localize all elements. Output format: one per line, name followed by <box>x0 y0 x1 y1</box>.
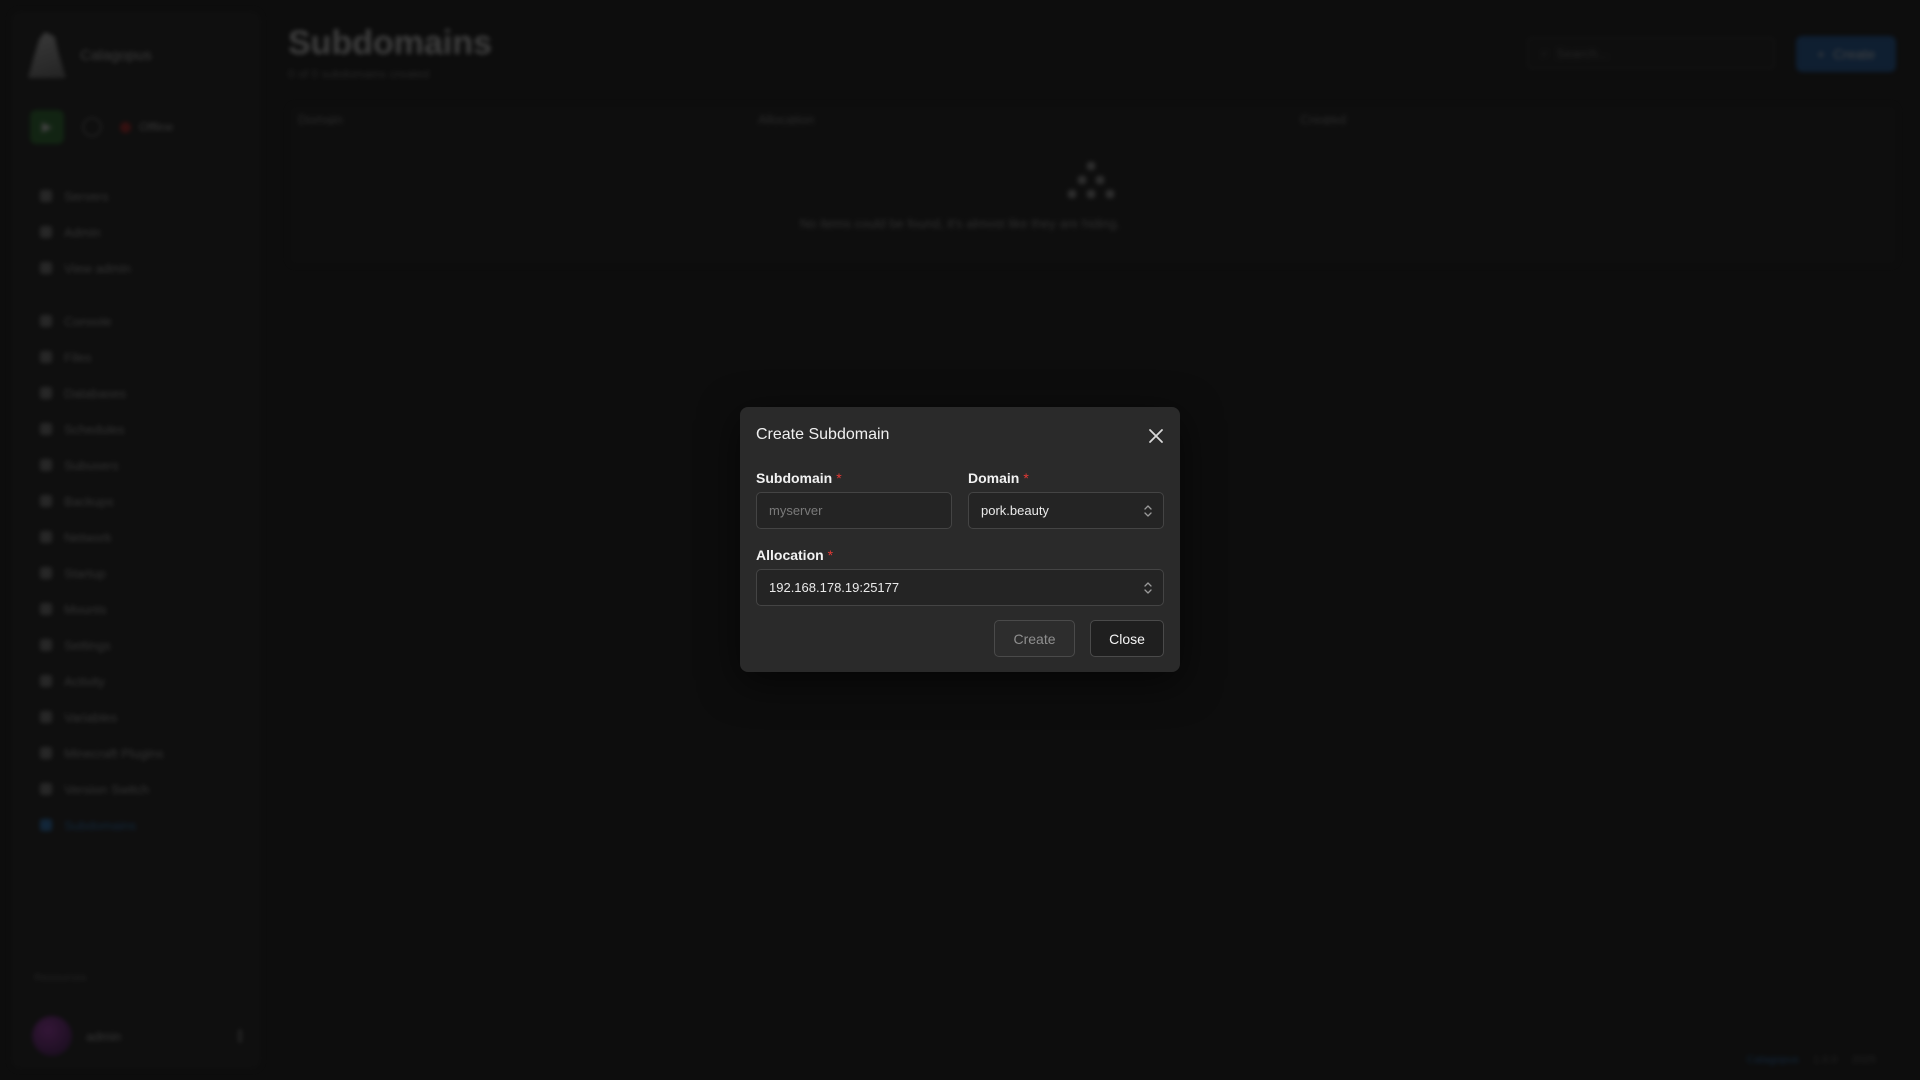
allocation-select-value: 192.168.178.19:25177 <box>769 580 900 595</box>
allocation-label: Allocation * <box>756 547 834 563</box>
domain-select-value: pork.beauty <box>981 503 1049 518</box>
modal-title: Create Subdomain <box>756 426 890 443</box>
subdomain-input[interactable] <box>756 492 952 529</box>
required-marker: * <box>827 547 834 563</box>
subdomain-label: Subdomain * <box>756 470 842 486</box>
create-subdomain-modal: Create Subdomain Subdomain* Domain* pork… <box>740 407 1180 672</box>
chevron-up-down-icon <box>1144 582 1152 594</box>
create-button[interactable]: Create <box>994 620 1075 657</box>
domain-select[interactable]: pork.beauty <box>968 492 1164 529</box>
close-icon[interactable] <box>1147 427 1165 445</box>
allocation-select[interactable]: 192.168.178.19:25177 <box>756 569 1164 606</box>
required-marker: * <box>836 470 842 486</box>
close-button[interactable]: Close <box>1090 620 1164 657</box>
chevron-up-down-icon <box>1144 505 1152 517</box>
domain-label: Domain * <box>968 470 1029 486</box>
required-marker: * <box>1023 470 1029 486</box>
